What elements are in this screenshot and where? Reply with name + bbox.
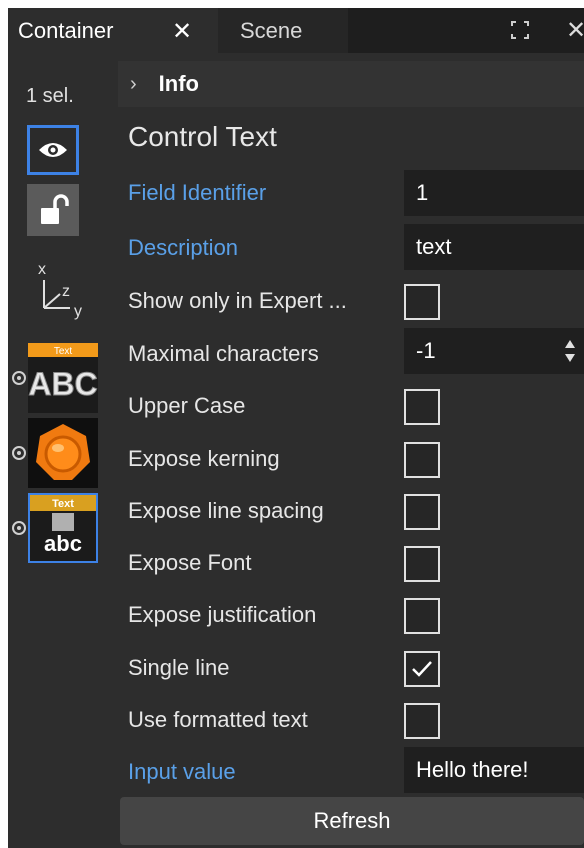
- text-plugin-badge: Text: [54, 346, 73, 357]
- expose-kerning-checkbox[interactable]: [404, 442, 440, 478]
- container-editor-window: Container ✕ Scene ✕ 1 sel. x z y Text AB…: [8, 8, 584, 848]
- input-value-field[interactable]: Hello there!: [404, 747, 584, 793]
- control-text-plugin-badge: Text: [52, 498, 74, 510]
- info-section-header[interactable]: › Info: [118, 61, 584, 107]
- show-expert-label: Show only in Expert ...: [128, 288, 347, 313]
- use-formatted-text-label: Use formatted text: [128, 707, 308, 732]
- control-text-plugin-icon: Text abc: [28, 493, 98, 563]
- radio-dot-icon[interactable]: [12, 521, 26, 535]
- left-toolbar: 1 sel. x z y Text ABC Text abc: [8, 53, 108, 848]
- axis-z-label: z: [62, 283, 70, 300]
- radio-dot-icon[interactable]: [12, 446, 26, 460]
- checkmark-icon: [412, 661, 432, 677]
- expose-line-spacing-label: Expose line spacing: [128, 498, 324, 523]
- field-identifier-label: Field Identifier: [128, 180, 267, 205]
- close-icon[interactable]: ✕: [172, 17, 192, 46]
- control-text-plugin-item[interactable]: Text abc: [12, 493, 104, 565]
- text-plugin-icon: Text ABC: [28, 343, 98, 413]
- refresh-button[interactable]: Refresh: [120, 797, 584, 845]
- field-identifier-input[interactable]: 1: [404, 170, 584, 216]
- expose-font-label: Expose Font: [128, 550, 252, 575]
- max-chars-stepper[interactable]: -1: [404, 328, 584, 374]
- geometry-plugin-item[interactable]: [12, 418, 104, 490]
- control-text-plugin-glyph: abc: [44, 531, 82, 556]
- tab-scene-label: Scene: [240, 17, 303, 43]
- geometry-plugin-icon: [28, 418, 98, 488]
- properties-panel: › Info Control Text Field Identifier 1 D…: [108, 53, 584, 848]
- tab-scene[interactable]: Scene: [218, 8, 348, 53]
- expose-justification-label: Expose justification: [128, 602, 317, 627]
- description-input[interactable]: text: [404, 224, 584, 270]
- chevron-right-icon: ›: [130, 72, 137, 95]
- expose-kerning-label: Expose kerning: [128, 446, 280, 471]
- use-formatted-text-checkbox[interactable]: [404, 703, 440, 739]
- spinner-arrows-icon[interactable]: [564, 338, 576, 364]
- expose-justification-checkbox[interactable]: [404, 598, 440, 634]
- single-line-checkbox[interactable]: [404, 651, 440, 687]
- close-window-icon[interactable]: ✕: [566, 16, 584, 45]
- text-plugin-glyph: ABC: [28, 366, 97, 402]
- description-label: Description: [128, 235, 239, 260]
- selection-count: 1 sel.: [26, 85, 74, 107]
- show-expert-checkbox[interactable]: [404, 284, 440, 320]
- text-plugin-item[interactable]: Text ABC: [12, 343, 104, 415]
- axis-x-label: x: [38, 261, 46, 278]
- tab-container-label: Container: [18, 17, 114, 43]
- radio-dot-icon[interactable]: [12, 371, 26, 385]
- input-value-label: Input value: [128, 759, 236, 784]
- upper-case-label: Upper Case: [128, 393, 246, 418]
- expand-icon[interactable]: [510, 20, 530, 40]
- axis-y-label: y: [74, 303, 82, 320]
- unlock-icon: [41, 194, 69, 224]
- visibility-toggle-button[interactable]: [27, 125, 79, 175]
- page-title: Control Text: [128, 121, 277, 152]
- tab-container[interactable]: Container ✕: [8, 8, 218, 53]
- info-section-label: Info: [158, 71, 199, 96]
- eye-icon: [39, 143, 67, 157]
- upper-case-checkbox[interactable]: [404, 389, 440, 425]
- single-line-label: Single line: [128, 655, 230, 680]
- tab-bar: Container ✕ Scene ✕: [8, 8, 584, 53]
- lock-toggle-button[interactable]: [27, 184, 79, 236]
- expose-line-spacing-checkbox[interactable]: [404, 494, 440, 530]
- max-chars-label: Maximal characters: [128, 341, 319, 366]
- expose-font-checkbox[interactable]: [404, 546, 440, 582]
- max-chars-value: -1: [416, 338, 436, 363]
- axis-icon[interactable]: x z y: [34, 258, 94, 323]
